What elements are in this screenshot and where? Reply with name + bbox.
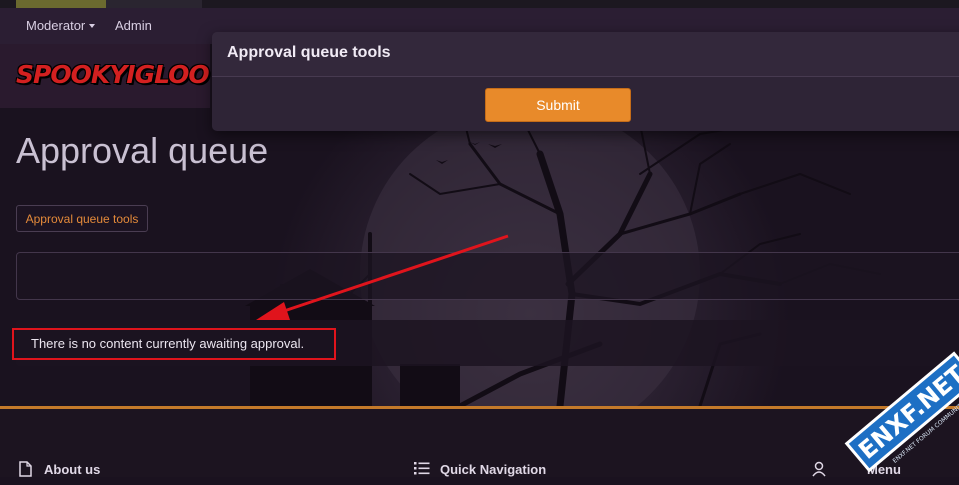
file-icon	[19, 461, 32, 477]
submit-button[interactable]: Submit	[485, 88, 631, 122]
modal-title: Approval queue tools	[227, 44, 391, 61]
modal-header: Approval queue tools	[212, 32, 959, 77]
user-icon	[812, 461, 826, 477]
enxf-watermark: ENXF.NET ENXF.NET FORUM COMMUNITY	[844, 351, 959, 473]
list-icon	[414, 462, 430, 475]
footer-quick-navigation[interactable]: Quick Navigation	[440, 462, 546, 477]
approval-tools-modal: Approval queue tools Submit	[212, 32, 959, 131]
footer-about-us[interactable]: About us	[44, 462, 100, 477]
